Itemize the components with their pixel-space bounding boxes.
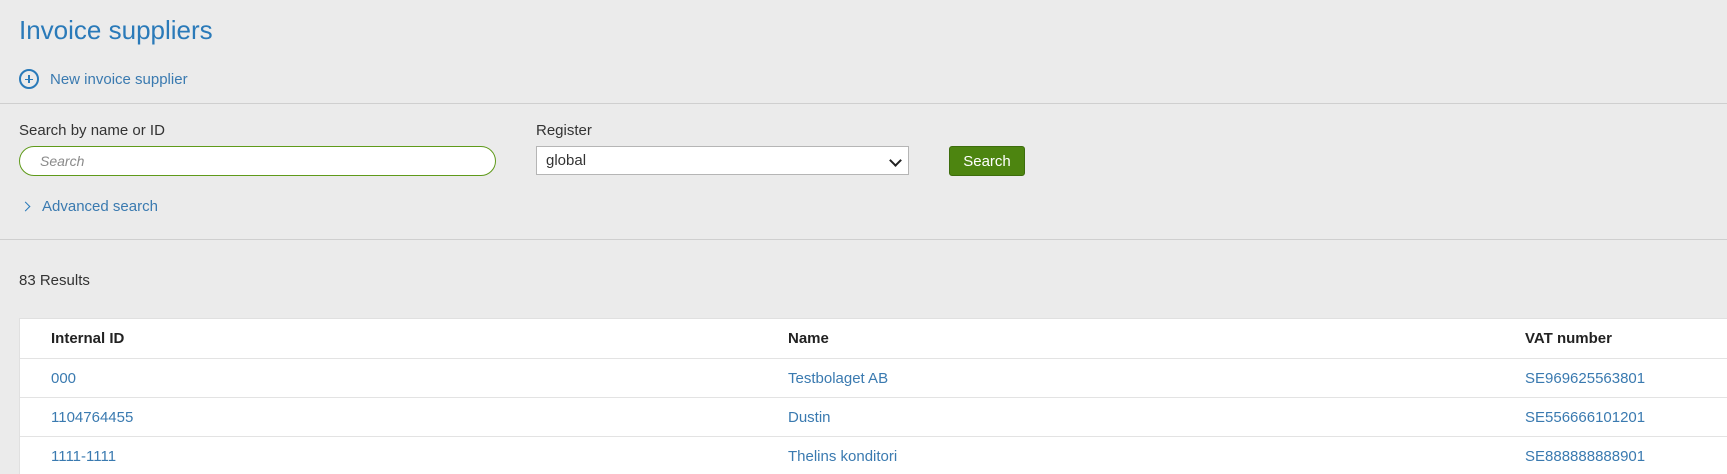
vat-number-link[interactable]: SE888888888901	[1525, 437, 1645, 474]
new-invoice-supplier-link[interactable]: New invoice supplier	[19, 69, 188, 89]
page-title: Invoice suppliers	[19, 15, 213, 45]
divider	[0, 103, 1727, 104]
invoice-suppliers-page: Invoice suppliers New invoice supplier S…	[0, 0, 1727, 474]
supplier-name-link[interactable]: Dustin	[788, 398, 831, 436]
register-label: Register	[536, 122, 592, 139]
new-invoice-supplier-label: New invoice supplier	[50, 70, 188, 88]
advanced-search-toggle[interactable]: Advanced search	[20, 198, 158, 215]
internal-id-link[interactable]: 1111-1111	[51, 437, 116, 474]
search-label: Search by name or ID	[19, 122, 165, 139]
internal-id-link[interactable]: 1104764455	[51, 398, 133, 436]
column-header-name[interactable]: Name	[788, 319, 829, 358]
column-header-vat-number[interactable]: VAT number	[1525, 319, 1612, 358]
plus-circle-icon	[19, 69, 39, 89]
vat-number-link[interactable]: SE969625563801	[1525, 359, 1645, 397]
table-row[interactable]: 1104764455 Dustin SE556666101201	[20, 398, 1727, 437]
table-header-row: Internal ID Name VAT number	[20, 319, 1727, 359]
supplier-name-link[interactable]: Thelins konditori	[788, 437, 897, 474]
chevron-down-icon	[889, 154, 902, 167]
search-input[interactable]	[19, 146, 496, 176]
search-button[interactable]: Search	[949, 146, 1025, 176]
internal-id-link[interactable]: 000	[51, 359, 76, 397]
results-count: 83 Results	[19, 272, 90, 289]
table-row[interactable]: 1111-1111 Thelins konditori SE8888888889…	[20, 437, 1727, 474]
divider	[0, 239, 1727, 240]
register-select[interactable]: global	[536, 146, 909, 175]
register-selected-value: global	[546, 152, 587, 169]
table-row[interactable]: 000 Testbolaget AB SE969625563801	[20, 359, 1727, 398]
column-header-internal-id[interactable]: Internal ID	[51, 319, 124, 358]
advanced-search-label: Advanced search	[42, 198, 158, 215]
supplier-name-link[interactable]: Testbolaget AB	[788, 359, 888, 397]
results-table: Internal ID Name VAT number 000 Testbola…	[19, 318, 1727, 474]
chevron-right-icon	[20, 201, 31, 212]
vat-number-link[interactable]: SE556666101201	[1525, 398, 1645, 436]
